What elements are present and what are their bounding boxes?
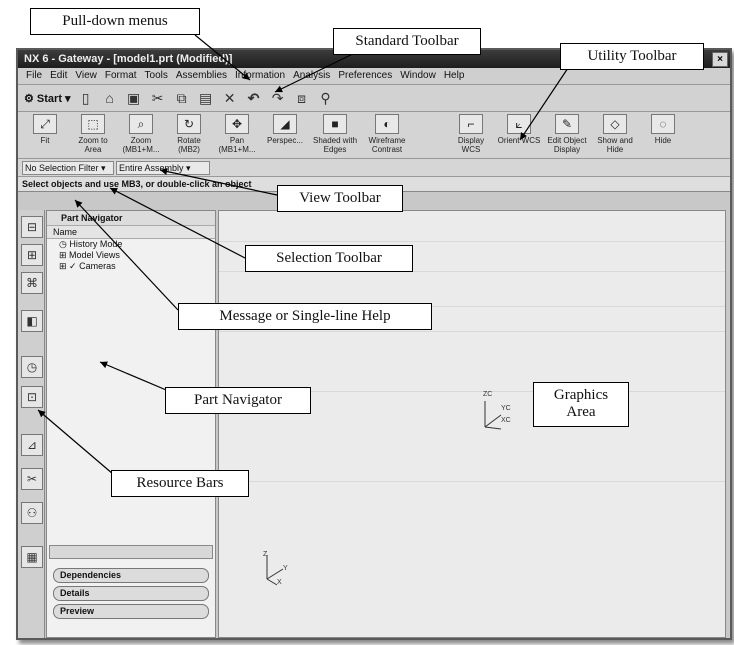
callout-utility-toolbar: Utility Toolbar bbox=[560, 43, 704, 71]
callout-selection-toolbar: Selection Toolbar bbox=[245, 245, 413, 273]
callout-standard-toolbar: Standard Toolbar bbox=[333, 28, 481, 56]
callout-view-toolbar: View Toolbar bbox=[277, 185, 403, 213]
callout-graphics-area: Graphics Area bbox=[533, 382, 629, 427]
callout-resource-bars: Resource Bars bbox=[111, 470, 249, 498]
callout-message-line: Message or Single-line Help bbox=[178, 303, 432, 331]
callout-part-navigator: Part Navigator bbox=[165, 387, 311, 415]
callout-pulldown-menus: Pull-down menus bbox=[30, 8, 200, 36]
